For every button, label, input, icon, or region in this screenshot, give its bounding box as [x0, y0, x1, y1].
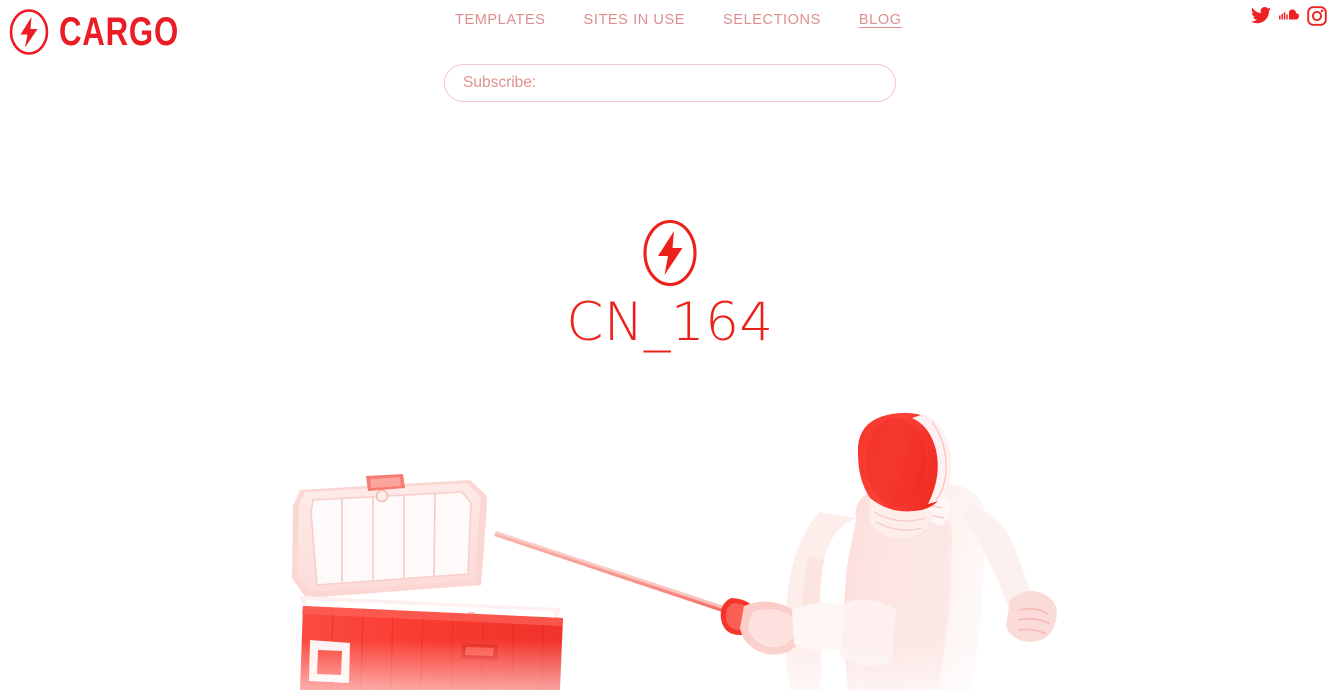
main-nav: TEMPLATES SITES IN USE SELECTIONS BLOG [455, 12, 902, 28]
social-links [1251, 6, 1327, 26]
nav-item-selections[interactable]: SELECTIONS [723, 12, 821, 28]
nav-item-blog[interactable]: BLOG [859, 12, 902, 28]
page-title: CN_164 [566, 292, 774, 353]
site-header: CARGO TEMPLATES SITES IN USE SELECTIONS … [0, 0, 1340, 60]
lightning-bolt-oval-icon [0, 218, 1340, 288]
brand-logo[interactable]: CARGO [8, 8, 213, 56]
brand-name: CARGO [59, 10, 180, 54]
nav-item-templates[interactable]: TEMPLATES [455, 12, 546, 28]
twitter-icon[interactable] [1251, 7, 1271, 25]
instagram-icon[interactable] [1307, 6, 1327, 26]
post-header: CN_164 [0, 218, 1340, 349]
lightning-bolt-oval-icon [8, 8, 50, 56]
subscribe-form [444, 64, 896, 102]
subscribe-input[interactable] [444, 64, 896, 102]
soundcloud-icon[interactable] [1279, 9, 1299, 23]
nav-item-sites-in-use[interactable]: SITES IN USE [584, 12, 685, 28]
post-image [0, 400, 1340, 690]
